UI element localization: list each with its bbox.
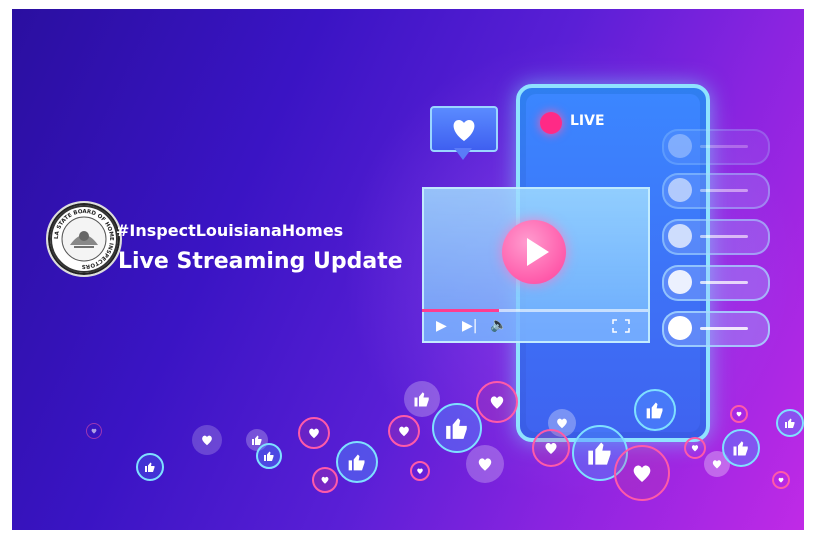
comment-line [700,281,748,284]
heart-reaction [298,417,330,449]
comment-line [700,145,748,148]
fullscreen-icon[interactable] [612,319,630,333]
thumbs-up-icon [348,454,365,471]
comment-line [700,189,748,192]
board-seal-logo: LA STATE BOARD OF HOME INSPECTORS [46,201,122,277]
play-icon[interactable] [502,220,566,284]
heart-icon [91,428,97,434]
banner-canvas: LA STATE BOARD OF HOME INSPECTORS #Inspe… [12,9,804,530]
thumbs-up-reaction [136,453,164,481]
heart-icon [399,426,409,437]
thumbs-up-reaction [432,403,482,453]
thumbs-up-reaction [336,441,378,483]
heart-reaction [614,445,670,501]
heart-reaction [532,429,570,467]
heart-reaction [86,423,102,439]
live-indicator-dot [540,112,562,134]
thumbs-up-reaction [256,443,282,469]
heart-reaction [410,461,430,481]
heart-reaction [466,445,504,483]
heart-icon [202,435,212,446]
heart-speech-bubble [430,106,498,152]
heart-icon [417,468,423,474]
heart-reaction [476,381,518,423]
thumbs-up-reaction [776,409,804,437]
headline-title: Live Streaming Update [118,249,403,274]
seal-emblem-icon: LA STATE BOARD OF HOME INSPECTORS [50,205,118,273]
play-small-icon[interactable]: ▶ [436,318,447,334]
comment-pill [662,265,770,301]
heart-icon [321,476,329,484]
thumbs-up-icon [646,402,663,419]
heart-reaction [772,471,790,489]
comment-pill [662,129,770,165]
heart-icon [545,442,557,454]
skip-next-icon[interactable]: ▶| [462,318,477,334]
user-avatar-icon [668,270,692,294]
thumbs-up-icon [414,392,429,407]
thumbs-up-icon [588,442,611,465]
heart-icon [478,458,492,471]
thumbs-up-icon [145,462,155,472]
user-avatar-icon [668,224,692,248]
heart-reaction [192,425,222,455]
hashtag-text: #InspectLouisianaHomes [116,221,344,240]
comment-line [700,327,748,330]
user-avatar-icon [668,316,692,340]
thumbs-up-icon [785,418,795,428]
heart-icon [736,411,742,417]
heart-icon [778,477,784,483]
comment-pill [662,219,770,255]
heart-icon [691,445,699,452]
heart-icon [453,120,475,141]
comment-pill [662,173,770,209]
comment-pill [662,311,770,347]
live-label: LIVE [570,113,605,129]
thumbs-up-icon [446,418,467,439]
heart-reaction [388,415,420,447]
thumbs-up-reaction [404,381,440,417]
heart-icon [712,460,722,469]
heart-reaction [730,405,748,423]
heart-icon [557,418,567,429]
thumbs-up-icon [733,441,748,456]
heart-icon [309,428,319,439]
volume-icon[interactable]: 🔈 [490,317,507,333]
heart-icon [633,465,651,482]
thumbs-up-reaction [634,389,676,431]
thumbs-up-icon [264,451,274,461]
heart-reaction [684,437,706,459]
user-avatar-icon [668,178,692,202]
heart-reaction [312,467,338,493]
heart-icon [490,396,504,409]
thumbs-up-reaction [722,429,760,467]
video-progress-fill [422,309,499,312]
user-avatar-icon [668,134,692,158]
comment-line [700,235,748,238]
bubble-tail [454,148,472,160]
